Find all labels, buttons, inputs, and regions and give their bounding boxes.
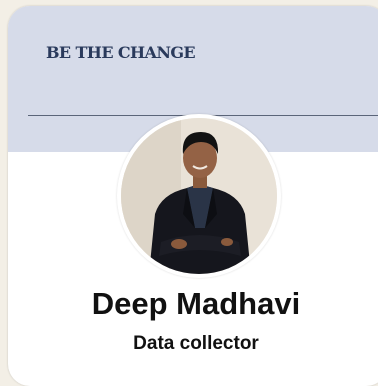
profile-name: Deep Madhavi (91, 286, 301, 321)
avatar (117, 114, 281, 278)
banner-title: BE THE CHANGE (46, 43, 196, 62)
person-photo-icon (121, 118, 277, 274)
profile-role: Data collector (133, 333, 259, 354)
profile-card: BE THE CHANGE Deep Madhavi Data collecto… (8, 6, 378, 386)
